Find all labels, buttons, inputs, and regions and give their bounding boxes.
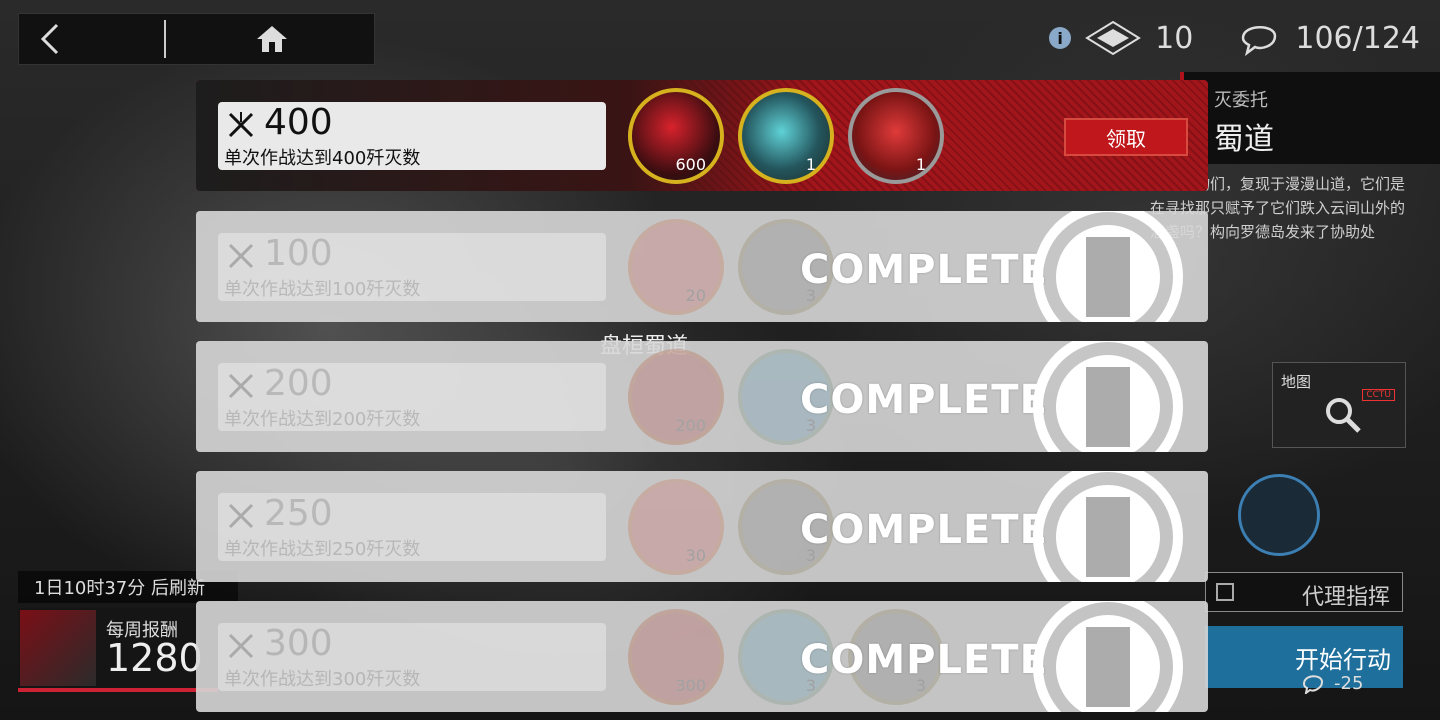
- material-icon: 30: [628, 479, 724, 575]
- mission-label: 300 单次作战达到300歼灭数: [218, 623, 606, 691]
- complete-label: COMPLETE: [800, 637, 1048, 683]
- stage-subtitle: 灭委托: [1214, 90, 1268, 111]
- orundum-icon[interactable]: 600: [628, 88, 724, 184]
- mission-label: 400 单次作战达到400歼灭数: [218, 102, 606, 170]
- complete-label: COMPLETE: [800, 247, 1048, 293]
- sanity-cost-value: -25: [1334, 672, 1364, 694]
- claim-button[interactable]: 领取: [1064, 118, 1188, 156]
- chip-icon[interactable]: 1: [848, 88, 944, 184]
- sanity-cost: -25: [1300, 672, 1363, 694]
- map-tag: CCTU: [1362, 389, 1395, 401]
- mission-text: 单次作战达到200歼灭数: [224, 409, 421, 430]
- sanity-icon: [1302, 675, 1324, 694]
- map-button[interactable]: 地图 CCTU: [1272, 362, 1406, 448]
- mission-row: 300 单次作战达到300歼灭数 300 3 3 领取 COMPLETE: [196, 601, 1208, 712]
- mission-text: 单次作战达到250歼灭数: [224, 539, 421, 560]
- map-label: 地图: [1281, 373, 1312, 391]
- reward-count: 300: [675, 676, 706, 695]
- home-button[interactable]: [209, 14, 334, 64]
- reward-count: 1: [805, 155, 816, 174]
- mission-value: 300: [264, 623, 333, 664]
- complete-label: COMPLETE: [800, 507, 1048, 553]
- mission-row: 100 单次作战达到100歼灭数 20 3 领取 COMPLETE: [196, 211, 1208, 322]
- kill-icon: [228, 243, 254, 269]
- proxy-label: 代理指挥: [1301, 585, 1390, 610]
- mission-label: 250 单次作战达到250歼灭数: [218, 493, 606, 561]
- mission-row: 250 单次作战达到250歼灭数 30 3 领取 COMPLETE: [196, 471, 1208, 582]
- mission-label: 100 单次作战达到100歼灭数: [218, 233, 606, 301]
- reward-count: 200: [675, 416, 706, 435]
- mission-value: 200: [264, 363, 333, 404]
- home-icon: [256, 26, 287, 52]
- mission-row: 400 单次作战达到400歼灭数 600 1 1 领取: [196, 80, 1208, 191]
- mission-label: 200 单次作战达到200歼灭数: [218, 363, 606, 431]
- top-nav: [18, 13, 375, 65]
- sanity-count: 106/124: [1295, 20, 1420, 56]
- operator-icon: [1238, 474, 1320, 556]
- orundum-icon: 300: [628, 609, 724, 705]
- proxy-toggle[interactable]: 代理指挥: [1205, 572, 1403, 612]
- kill-icon: [228, 112, 254, 138]
- drone-count: 10: [1155, 20, 1194, 56]
- reward-count: 20: [685, 286, 706, 305]
- resource-bar: i 10 106/124: [1049, 18, 1420, 58]
- weekly-progress-bar: [18, 688, 218, 692]
- weekly-reward: 每周报酬 1280: [18, 608, 218, 692]
- mission-text: 单次作战达到300歼灭数: [224, 669, 421, 690]
- reward-count: 30: [685, 546, 706, 565]
- back-button[interactable]: [19, 14, 164, 64]
- kill-icon: [228, 503, 254, 529]
- stage-name: 蜀道: [1214, 122, 1274, 157]
- info-icon[interactable]: i: [1049, 27, 1072, 49]
- complete-seal-icon: [1033, 471, 1183, 582]
- weekly-reward-icon: [20, 610, 96, 686]
- magnifier-icon: [1326, 398, 1361, 433]
- start-label: 开始行动: [1295, 646, 1391, 674]
- complete-seal-icon: [1033, 341, 1183, 452]
- complete-seal-icon: [1033, 211, 1183, 322]
- reward-count: 600: [675, 155, 706, 174]
- proxy-checkbox[interactable]: [1216, 583, 1234, 601]
- complete-seal-icon: [1033, 601, 1183, 712]
- stage-panel: 灭委托 蜀道: [1180, 72, 1440, 164]
- reward-count: 1: [915, 155, 926, 174]
- back-arrow-icon: [40, 23, 59, 55]
- weekly-value: 1280: [106, 636, 203, 680]
- orundum-icon: 200: [628, 349, 724, 445]
- mission-value: 400: [264, 102, 333, 143]
- material-icon: 20: [628, 219, 724, 315]
- complete-label: COMPLETE: [800, 377, 1048, 423]
- mission-row: 200 单次作战达到200歼灭数 200 3 领取 COMPLETE: [196, 341, 1208, 452]
- mission-text: 单次作战达到100歼灭数: [224, 279, 421, 300]
- mission-value: 100: [264, 233, 333, 274]
- drone-icon: [1085, 20, 1142, 56]
- kill-icon: [228, 373, 254, 399]
- nav-divider: [164, 20, 166, 58]
- mission-value: 250: [264, 493, 333, 534]
- mission-text: 单次作战达到400歼灭数: [224, 148, 421, 169]
- device-icon[interactable]: 1: [738, 88, 834, 184]
- sanity-icon: [1242, 26, 1277, 56]
- kill-icon: [228, 633, 254, 659]
